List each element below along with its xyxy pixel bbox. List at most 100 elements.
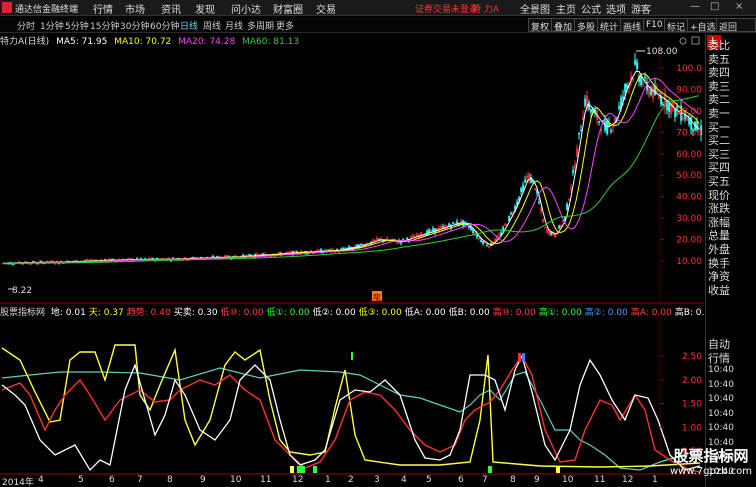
buy-signal-bar	[313, 466, 317, 473]
candle-body	[480, 239, 483, 243]
kline-chart	[2, 53, 703, 266]
price-tick-label: 30.00	[676, 214, 702, 224]
candle-body	[584, 98, 587, 107]
quote-side-panel: L 委比 卖五 卖四 卖三 卖二 卖一 买一 买二 买三 买四 买五 现价 涨跌 涨幅 总量 外盘 换手 净资 收益…	[705, 34, 756, 487]
indicator-chart	[1, 344, 701, 473]
ma10-value: MA10: 70.72	[114, 37, 172, 47]
candle-body	[690, 116, 693, 130]
time-tick-label: 8	[510, 475, 516, 485]
candle-body	[12, 263, 15, 266]
ma5-line	[3, 70, 700, 264]
candle-body	[360, 243, 363, 246]
time-tick-label: 11	[594, 475, 606, 485]
indicator-field: 天: 0.37	[88, 308, 124, 318]
candle-body	[636, 62, 639, 70]
time-tick-label: 4	[38, 475, 44, 485]
candle-body	[624, 84, 627, 93]
price-tick-label: 80.00	[676, 107, 702, 117]
time-tick-label: 12	[622, 475, 634, 485]
price-tick-label: 10.00	[676, 257, 702, 267]
indicator-name: 股票指标网	[0, 308, 46, 318]
indicator-field: 低②: 0.00	[312, 308, 356, 318]
ma10-line	[3, 73, 700, 264]
tick-time: 10:40	[708, 379, 734, 390]
candle-body	[472, 228, 475, 233]
indicator-tick-label: 1.50	[682, 400, 702, 410]
ma20-value: MA20: 74.28	[178, 37, 236, 47]
tick-time: 10:40	[708, 365, 734, 375]
candle-body	[468, 225, 471, 228]
time-tick-label: 6	[109, 475, 115, 485]
indicator-field: 地: 0.01	[50, 308, 86, 318]
indicator-field: 高①: 0.00	[538, 308, 582, 318]
ma5-value: MA5: 71.95	[56, 37, 108, 47]
candle-body	[572, 170, 575, 174]
time-tick-label: 10	[562, 475, 574, 485]
buy-signal-bar	[301, 466, 305, 473]
kline-header: 特力A(日线) MA5: 71.95 MA10: 70.72 MA20: 74.…	[0, 34, 704, 47]
candle-body	[538, 201, 541, 204]
price-tick-label: 20.00	[676, 236, 702, 246]
tick-time: 10:40	[708, 408, 734, 419]
indicator-field: 低①: 0.00	[266, 308, 310, 318]
time-tick-label: 1	[652, 475, 658, 485]
price-tick-label: 100.0	[676, 64, 702, 74]
indicator-field: 低⑩: 0.00	[220, 308, 264, 318]
indicator-field: 低③: 0.00	[358, 308, 402, 318]
price-tick-label: 90.00	[676, 85, 702, 95]
max-price-label: 108.00	[646, 47, 678, 57]
time-tick-label: 11	[260, 475, 272, 485]
indicator-fields: 地: 0.01 天: 0.37 趋势: 0.40 买卖: 0.30 低⑩: 0.00 低①…	[51, 308, 719, 318]
candle-body	[578, 132, 581, 135]
candle-body	[650, 89, 653, 95]
candle-body	[486, 244, 489, 247]
candle-body	[590, 109, 593, 113]
candle-body	[640, 76, 643, 86]
dragon-marker-label: 龍	[373, 292, 381, 302]
watermark-url: www.7gpzb.com	[670, 466, 752, 477]
candle-body	[558, 225, 561, 229]
buy-signal-bar	[297, 466, 301, 473]
kline-title: 特力A(日线)	[0, 37, 50, 47]
indicator-axis: 2.502.001.501.000.50	[660, 352, 702, 457]
time-tick-label: 9	[200, 475, 206, 485]
time-tick-label: 5	[426, 475, 432, 485]
price-tick-label: 40.00	[676, 193, 702, 203]
sell-signal-bar	[351, 352, 353, 360]
candle-body	[294, 250, 297, 253]
candle-body	[622, 96, 625, 98]
indicator-field: 低B: 0.00	[448, 308, 490, 318]
candle-body	[520, 188, 523, 192]
tick-time: 10:40	[708, 423, 734, 433]
candle-body	[662, 104, 665, 106]
candle-body	[248, 254, 251, 256]
candle-body	[212, 255, 215, 258]
candle-body	[482, 241, 485, 245]
candle-body	[618, 105, 621, 109]
indicator-field: 高②: 0.00	[584, 308, 628, 318]
candle-body	[606, 120, 609, 134]
candle-body	[626, 85, 629, 88]
indicator-header: 股票指标网 地: 0.01 天: 0.37 趋势: 0.40 买卖: 0.30 低⑩: …	[0, 305, 716, 318]
sell-signal-bar	[522, 353, 525, 362]
buy-signal-bar	[488, 466, 492, 473]
side-quote-label[interactable]: 行情	[708, 350, 730, 366]
price-tick-label: 70.00	[676, 128, 702, 138]
time-tick-label: 7	[482, 475, 488, 485]
time-tick-label: 2014年	[2, 478, 34, 487]
price-tick-label: 60.00	[676, 150, 702, 160]
tick-time: 10:40	[708, 394, 734, 404]
candle-body	[448, 223, 451, 227]
min-price-label: 8.22	[12, 286, 32, 296]
time-tick-label: 2	[348, 475, 354, 485]
charts-canvas: 100.0 90.00 80.00 70.00 60.00 50.00 40.00 30.00…	[0, 36, 704, 475]
candle-body	[598, 121, 601, 123]
ma60-value: MA60: 81.13	[242, 37, 300, 47]
time-tick-label: 8	[167, 475, 173, 485]
candle-body	[634, 60, 637, 65]
candle-body	[378, 238, 381, 241]
time-tick-label: 6	[458, 475, 464, 485]
sell-signal-bar	[518, 353, 521, 362]
candle-body	[610, 129, 613, 132]
time-tick-label: 10	[230, 475, 242, 485]
